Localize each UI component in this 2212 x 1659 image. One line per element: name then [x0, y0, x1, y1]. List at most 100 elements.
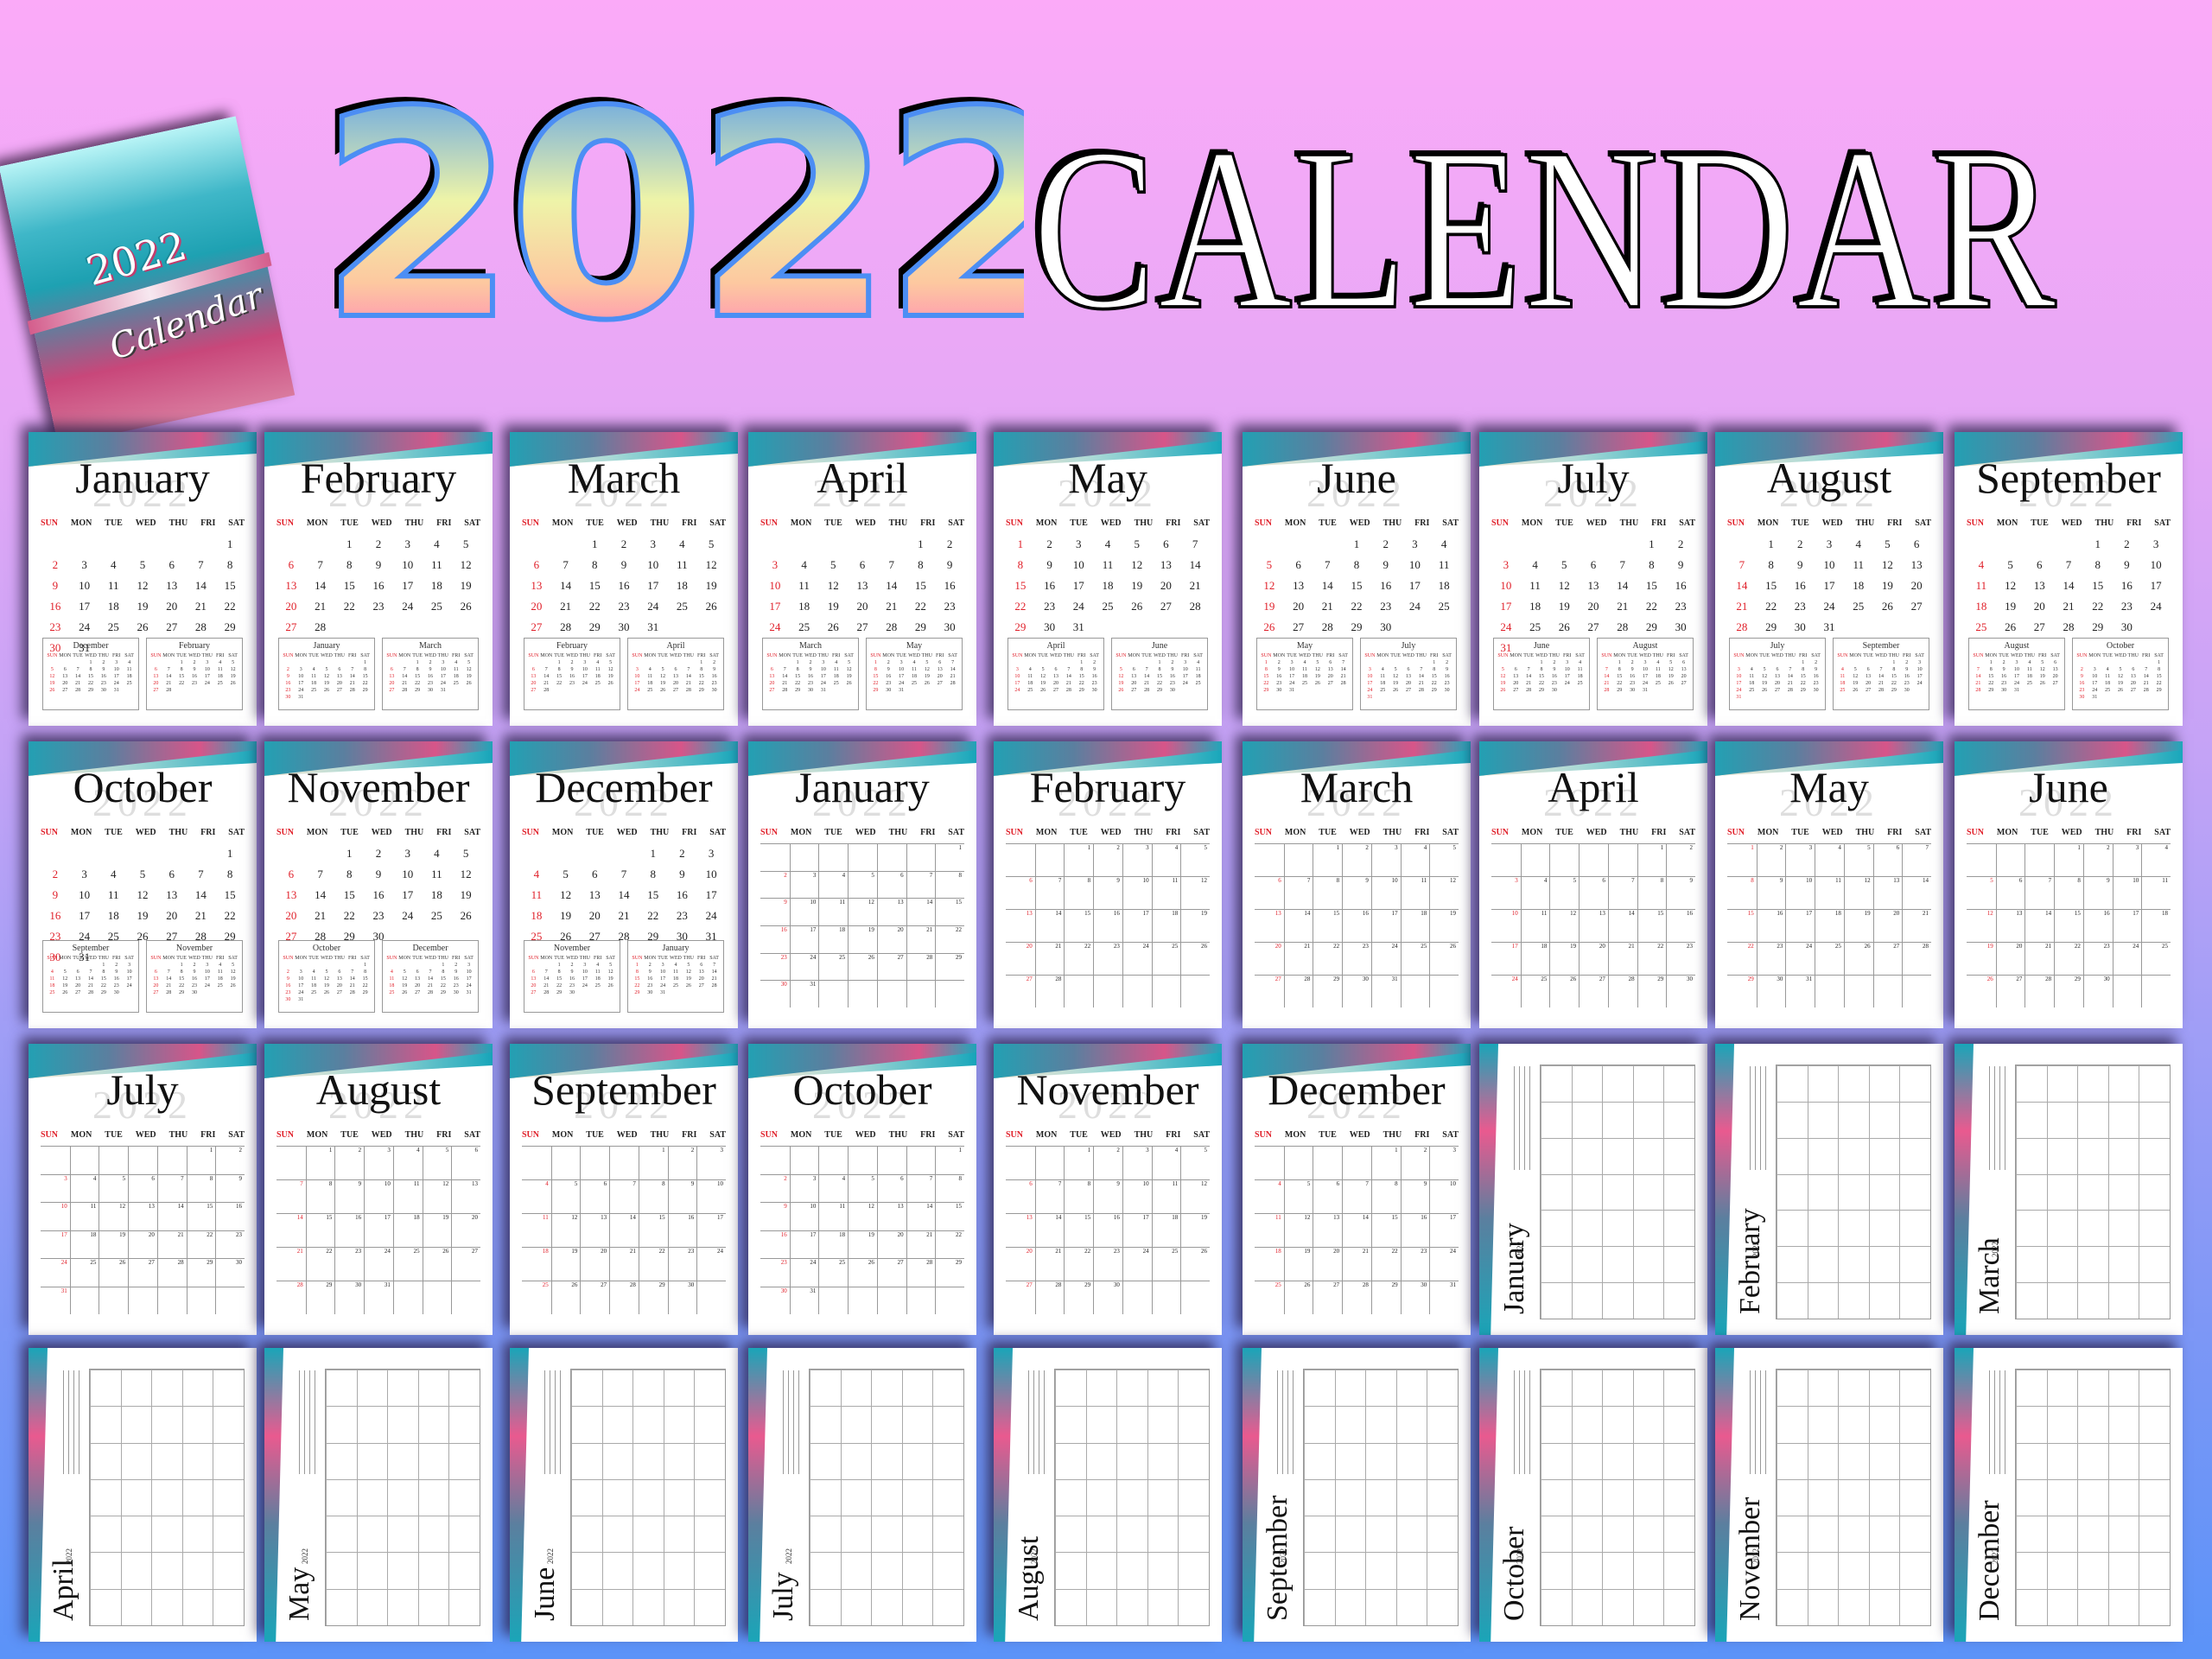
- day-cell[interactable]: 8: [1370, 1179, 1401, 1213]
- day-cell[interactable]: [2139, 1137, 2170, 1174]
- day-cell[interactable]: [601, 1516, 633, 1553]
- day-cell[interactable]: [2046, 1101, 2078, 1138]
- day-cell[interactable]: 5: [99, 1173, 129, 1202]
- day-cell[interactable]: 20: [580, 1247, 610, 1281]
- day-cell[interactable]: [1602, 1137, 1633, 1174]
- day-cell[interactable]: [906, 980, 936, 1007]
- day-cell[interactable]: [810, 1552, 841, 1589]
- day-cell[interactable]: 2: [1400, 1146, 1430, 1179]
- day-cell[interactable]: 30: [760, 980, 790, 1007]
- day-cell[interactable]: [901, 1516, 933, 1553]
- day-cell[interactable]: 14: [1342, 1213, 1371, 1247]
- day-cell[interactable]: 21: [1283, 942, 1313, 975]
- day-cell[interactable]: 8: [1727, 876, 1757, 909]
- day-cell[interactable]: [1541, 1246, 1572, 1283]
- day-cell[interactable]: [448, 1370, 480, 1407]
- day-cell[interactable]: 22: [1637, 942, 1667, 975]
- day-cell[interactable]: [2107, 1246, 2139, 1283]
- day-cell[interactable]: [151, 1552, 182, 1589]
- day-cell[interactable]: 11: [522, 1213, 551, 1247]
- day-cell[interactable]: [1632, 1588, 1664, 1625]
- day-cell[interactable]: 23: [1093, 942, 1122, 975]
- day-cell[interactable]: [2107, 1552, 2139, 1589]
- day-cell[interactable]: [1571, 1173, 1603, 1211]
- day-cell[interactable]: [2016, 1137, 2047, 1174]
- day-cell[interactable]: 4: [1151, 1146, 1181, 1179]
- day-cell[interactable]: 19: [1429, 909, 1459, 942]
- day-cell[interactable]: 1: [935, 843, 964, 871]
- day-cell[interactable]: [1365, 1478, 1396, 1516]
- day-cell[interactable]: [2077, 1406, 2108, 1443]
- day-cell[interactable]: [1427, 1552, 1458, 1589]
- day-cell[interactable]: [901, 1478, 933, 1516]
- day-cell[interactable]: 21: [1607, 942, 1637, 975]
- day-cell[interactable]: [1006, 1146, 1035, 1179]
- day-cell[interactable]: [871, 1588, 902, 1625]
- day-cell[interactable]: 21: [1034, 1247, 1065, 1281]
- day-cell[interactable]: [2077, 1478, 2108, 1516]
- day-cell[interactable]: [356, 1552, 388, 1589]
- day-cell[interactable]: 21: [1342, 1247, 1371, 1281]
- day-cell[interactable]: 4: [818, 1173, 849, 1202]
- day-cell[interactable]: [1055, 1442, 1086, 1479]
- day-cell[interactable]: 4: [1815, 843, 1844, 876]
- day-cell[interactable]: 6: [1313, 1179, 1343, 1213]
- day-cell[interactable]: [632, 1478, 664, 1516]
- day-cell[interactable]: 8: [305, 1179, 335, 1213]
- day-cell[interactable]: [2016, 1210, 2047, 1247]
- day-cell[interactable]: [1663, 1173, 1694, 1211]
- day-cell[interactable]: [932, 1370, 963, 1407]
- day-cell[interactable]: 31: [1370, 975, 1401, 1007]
- day-cell[interactable]: [392, 1281, 423, 1314]
- day-cell[interactable]: [694, 1370, 725, 1407]
- day-cell[interactable]: [1255, 843, 1284, 876]
- day-cell[interactable]: 16: [760, 925, 790, 953]
- day-cell[interactable]: 10: [364, 1179, 393, 1213]
- day-cell[interactable]: 2: [1093, 1146, 1122, 1179]
- day-cell[interactable]: 25: [1255, 1281, 1284, 1314]
- day-cell[interactable]: [1116, 1516, 1147, 1553]
- day-cell[interactable]: [387, 1370, 418, 1407]
- day-cell[interactable]: [632, 1588, 664, 1625]
- day-cell[interactable]: [1899, 1065, 1930, 1102]
- day-cell[interactable]: [1868, 1173, 1900, 1211]
- day-cell[interactable]: 23: [1756, 942, 1786, 975]
- day-cell[interactable]: [932, 1516, 963, 1553]
- day-cell[interactable]: [571, 1370, 602, 1407]
- day-cell[interactable]: 17: [1122, 1213, 1152, 1247]
- day-cell[interactable]: [1632, 1370, 1664, 1407]
- day-cell[interactable]: [2139, 1406, 2170, 1443]
- day-cell[interactable]: [663, 1478, 695, 1516]
- day-cell[interactable]: [1304, 1442, 1335, 1479]
- day-cell[interactable]: 5: [1967, 876, 1996, 909]
- day-cell[interactable]: 6: [1006, 876, 1035, 909]
- day-cell[interactable]: 8: [1064, 876, 1094, 909]
- day-cell[interactable]: [356, 1478, 388, 1516]
- day-cell[interactable]: [1663, 1137, 1694, 1174]
- day-cell[interactable]: [1602, 1246, 1633, 1283]
- day-cell[interactable]: [932, 1588, 963, 1625]
- day-cell[interactable]: [1122, 1281, 1152, 1314]
- day-cell[interactable]: [1304, 1478, 1335, 1516]
- day-cell[interactable]: [1180, 975, 1210, 1007]
- day-cell[interactable]: 2: [215, 1146, 245, 1174]
- day-cell[interactable]: 4: [522, 1179, 551, 1213]
- day-cell[interactable]: 30: [334, 1281, 365, 1314]
- day-cell[interactable]: 20: [1006, 1247, 1035, 1281]
- day-cell[interactable]: 21: [1902, 909, 1931, 942]
- day-cell[interactable]: [1777, 1406, 1808, 1443]
- day-cell[interactable]: [1006, 843, 1035, 876]
- day-cell[interactable]: [417, 1478, 449, 1516]
- day-cell[interactable]: [1304, 1406, 1335, 1443]
- day-cell[interactable]: [181, 1516, 213, 1553]
- day-cell[interactable]: 23: [1342, 942, 1371, 975]
- day-cell[interactable]: 6: [876, 1173, 906, 1202]
- day-cell[interactable]: 4: [69, 1173, 99, 1202]
- day-cell[interactable]: [1838, 1173, 1869, 1211]
- day-cell[interactable]: [2046, 1137, 2078, 1174]
- day-cell[interactable]: 25: [1151, 942, 1181, 975]
- day-cell[interactable]: 20: [1872, 909, 1903, 942]
- day-cell[interactable]: [1663, 1406, 1694, 1443]
- day-cell[interactable]: 11: [1520, 909, 1550, 942]
- day-cell[interactable]: 28: [906, 952, 936, 981]
